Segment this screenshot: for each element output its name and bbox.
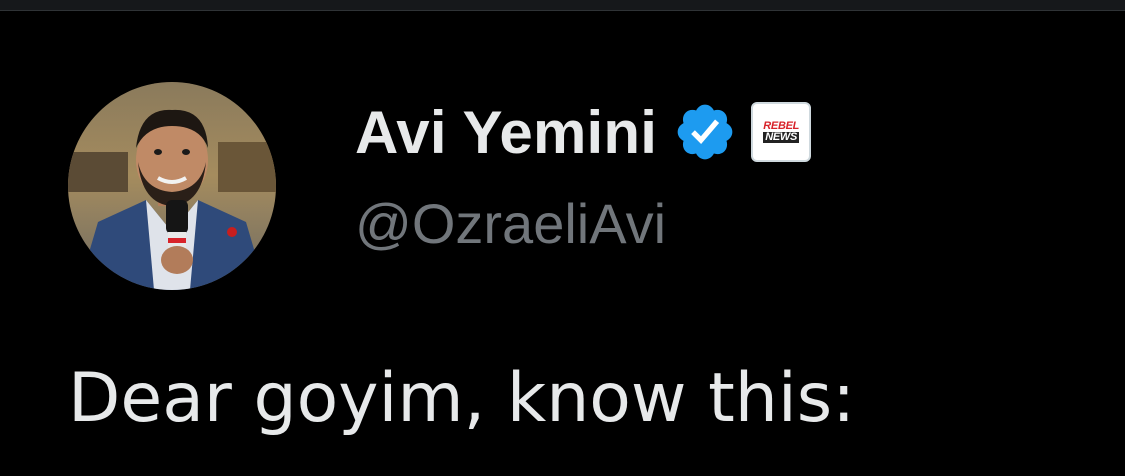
avatar-photo	[68, 82, 276, 290]
verified-badge-icon[interactable]	[673, 100, 737, 164]
top-divider	[0, 0, 1125, 11]
tweet-text: Dear goyim, know this:	[68, 359, 856, 438]
tweet: Avi Yemini REBEL NEWS @OzraeliAvi Dear g…	[0, 11, 1125, 476]
rebel-news-logo[interactable]: REBEL NEWS	[751, 102, 812, 162]
avatar[interactable]	[68, 82, 276, 290]
author-handle[interactable]: @OzraeliAvi	[355, 191, 666, 256]
affiliate-badge-line2: NEWS	[763, 131, 800, 143]
author-display-name[interactable]: Avi Yemini	[355, 98, 657, 167]
author-name-row: Avi Yemini REBEL NEWS	[355, 95, 812, 169]
